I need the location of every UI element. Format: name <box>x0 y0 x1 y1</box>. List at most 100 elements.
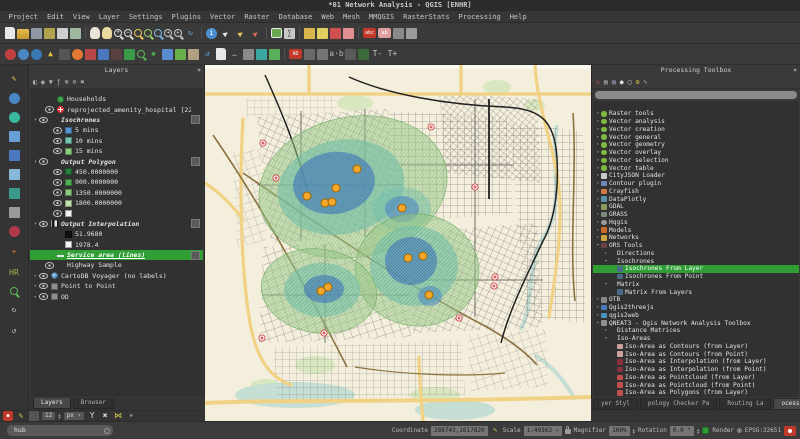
separator[interactable] <box>299 27 300 39</box>
zoom-out-icon[interactable]: − <box>124 29 132 37</box>
processing-item[interactable]: ▸ Vector selection <box>593 157 799 165</box>
locator-search-input[interactable]: hub <box>7 425 113 436</box>
menu-item[interactable]: View <box>68 13 94 21</box>
expander-icon[interactable]: ▸ <box>32 283 39 289</box>
blue-flag-icon[interactable] <box>98 49 109 60</box>
processing-item[interactable]: ▸ Qgis2threejs <box>593 304 799 312</box>
menu-item[interactable]: Mesh <box>339 13 365 21</box>
expander-icon[interactable]: ▸ <box>32 273 39 279</box>
dim-green-icon[interactable] <box>358 49 369 60</box>
style-warning-icon[interactable]: ▲ <box>44 48 57 61</box>
results-viewer-icon[interactable]: ● <box>620 79 624 86</box>
notes-icon[interactable] <box>216 48 226 60</box>
crs-status[interactable]: EPSG:32651 <box>745 427 781 434</box>
new-project-icon[interactable] <box>5 27 15 39</box>
menu-item[interactable]: Processing <box>454 13 505 21</box>
pen-dash-icon[interactable] <box>243 49 254 60</box>
zoom-last-icon[interactable]: ◂ <box>164 29 172 37</box>
scripts-menu-icon[interactable]: ▦ <box>612 79 616 86</box>
visibility-eye-icon[interactable] <box>39 293 48 300</box>
visibility-eye-icon[interactable] <box>45 262 54 269</box>
visibility-eye-icon[interactable] <box>53 200 62 207</box>
menu-item[interactable]: RasterStats <box>399 13 454 21</box>
visibility-eye-icon[interactable] <box>39 117 48 124</box>
bowtie-icon[interactable]: ⋈ <box>113 411 123 421</box>
layer-row[interactable]: Highway Sample <box>30 260 203 270</box>
expander-icon[interactable]: ▸ <box>32 294 39 300</box>
layer-row[interactable]: 1800.0000000 <box>30 198 203 208</box>
processing-item[interactable]: ▸ Crayfish <box>593 188 799 196</box>
rotation-spinner[interactable]: ▲▼ <box>697 428 699 434</box>
layer-indicator-icon[interactable] <box>191 219 200 228</box>
close-panel-icon[interactable]: ✖ <box>793 65 797 76</box>
visibility-eye-icon[interactable] <box>39 273 48 280</box>
deselect-features-icon[interactable]: ▶ <box>246 24 264 42</box>
labeling-icon[interactable]: abc <box>363 28 376 38</box>
ad-badge-icon[interactable]: AD <box>289 49 302 59</box>
open-project-icon[interactable] <box>17 29 29 39</box>
attribute-table-icon[interactable] <box>271 28 282 38</box>
wrench-icon[interactable]: ✎ <box>644 79 648 86</box>
locator-options-icon[interactable] <box>104 428 110 434</box>
green-mag-icon[interactable] <box>10 287 18 295</box>
separator[interactable] <box>358 27 359 39</box>
open-layer-styling-icon[interactable]: ◧ <box>33 79 37 86</box>
processing-item[interactable]: ▸ DataPlotly <box>593 195 799 203</box>
zoom-full-icon[interactable] <box>134 29 142 37</box>
layer-row[interactable]: 10 mins <box>30 136 203 146</box>
layer-row[interactable]: 5 mins <box>30 125 203 135</box>
layer-indicator-icon[interactable] <box>191 115 200 124</box>
visibility-eye-icon[interactable] <box>53 127 62 134</box>
render-checkbox[interactable] <box>702 427 709 434</box>
pan-map-icon[interactable] <box>90 27 100 39</box>
processing-item[interactable]: ▸ Networks <box>593 234 799 242</box>
temporal-controller-icon[interactable] <box>393 28 404 39</box>
snap-unit-select[interactable]: px ▾ <box>64 412 84 420</box>
teal-circle-icon[interactable] <box>9 112 20 123</box>
menu-item[interactable]: Database <box>274 13 317 21</box>
expander-icon[interactable]: ▾ <box>603 259 609 264</box>
visibility-eye-icon[interactable] <box>39 221 48 228</box>
snap-tolerance-spinner[interactable]: ▲▼ <box>58 413 60 419</box>
separator[interactable] <box>201 27 202 39</box>
teal-pencil-icon[interactable] <box>256 49 267 60</box>
refresh-map-icon[interactable]: ↻ <box>184 27 197 40</box>
zoom-to-layer-icon[interactable] <box>154 29 162 37</box>
remove-layer-icon[interactable]: ✖ <box>81 79 85 86</box>
layer-row[interactable]: ▾ Isochrones <box>30 115 203 125</box>
green-diamond-icon[interactable]: ◆ <box>147 48 160 61</box>
ab-label-icon[interactable]: a·b <box>330 48 343 61</box>
separator[interactable] <box>85 27 86 39</box>
collapse-all-icon[interactable]: ⊖ <box>73 79 77 86</box>
manage-map-themes-icon[interactable]: ◉ <box>41 79 45 86</box>
flag-icon[interactable] <box>9 226 20 237</box>
rotate-cw-icon[interactable]: ↻ <box>8 303 21 316</box>
expander-icon[interactable]: ▾ <box>603 336 609 341</box>
processing-item[interactable]: ▸ Models <box>593 226 799 234</box>
blue-pen-icon[interactable] <box>162 49 173 60</box>
processing-search-input[interactable] <box>595 91 797 99</box>
diagram-icon[interactable]: ab <box>378 28 391 38</box>
processing-item[interactable]: ▸ GDAL <box>593 203 799 211</box>
menu-item[interactable]: Plugins <box>167 13 206 21</box>
menu-item[interactable]: Settings <box>124 13 167 21</box>
processing-item[interactable]: ▸ GRASS <box>593 211 799 219</box>
visibility-eye-icon[interactable] <box>39 158 48 165</box>
gray-tool-icon[interactable] <box>304 49 315 60</box>
separator[interactable] <box>284 48 285 60</box>
expander-icon[interactable]: ▾ <box>32 159 39 165</box>
layer-row[interactable]: Service area (lines) <box>30 250 203 260</box>
processing-item[interactable]: ▾ Isochrones <box>593 257 799 265</box>
processing-item[interactable]: ▸ Distance Matrices <box>593 327 799 335</box>
spin-widget-icon[interactable] <box>345 49 356 60</box>
layer-row[interactable]: 900.0000000 <box>30 177 203 187</box>
snap-dropdown-icon[interactable]: ▾ <box>126 411 136 421</box>
visibility-eye-icon[interactable] <box>53 179 62 186</box>
dock-tab[interactable]: Browser <box>73 398 114 409</box>
visibility-eye-icon[interactable] <box>53 138 62 145</box>
image-export-icon[interactable] <box>269 49 280 60</box>
layout-manager-icon[interactable] <box>70 28 81 39</box>
expander-icon[interactable]: ▾ <box>32 221 39 227</box>
menu-item[interactable]: Edit <box>43 13 69 21</box>
processing-item[interactable]: Iso-Area as Interpolation (from Layer) <box>593 358 799 366</box>
